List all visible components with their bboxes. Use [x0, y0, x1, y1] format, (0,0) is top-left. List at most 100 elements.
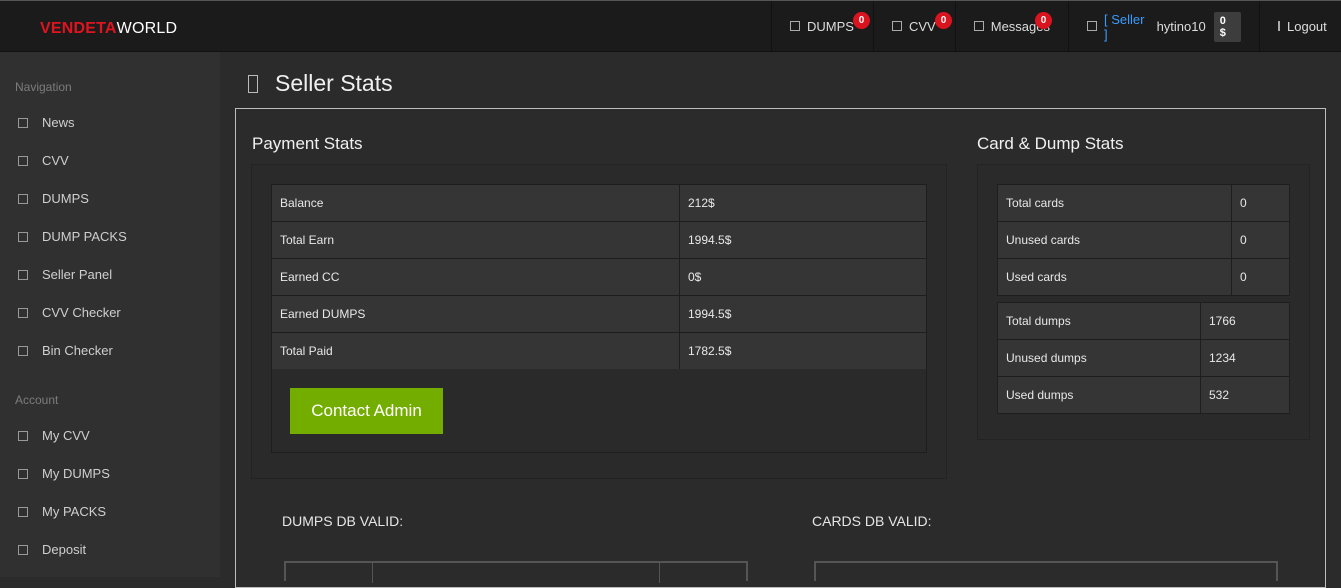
- sidebar-item-deposit[interactable]: Deposit: [18, 542, 86, 557]
- sidebar-item-label: Bin Checker: [42, 343, 113, 358]
- dump-packs-icon: [18, 231, 28, 242]
- table-row: Earned CC 0$: [271, 258, 927, 296]
- sidebar-item-label: DUMP PACKS: [42, 229, 127, 244]
- nav-cvv[interactable]: CVV 0: [873, 1, 955, 52]
- sidebar-item-label: CVV: [42, 153, 69, 168]
- sidebar-item-label: DUMPS: [42, 191, 89, 206]
- sidebar-heading-account: Account: [15, 393, 59, 407]
- logout-icon: [1278, 20, 1280, 31]
- table-row: Used dumps 532: [997, 376, 1290, 414]
- sidebar-item-my-dumps[interactable]: My DUMPS: [18, 466, 110, 481]
- top-nav-right: DUMPS 0 CVV 0 Messages 0 [ Seller ] hyti…: [771, 1, 1341, 52]
- row-label: Unused cards: [997, 221, 1232, 259]
- column-divider: [372, 563, 373, 583]
- seller-panel-icon: [18, 269, 28, 280]
- news-icon: [18, 117, 28, 128]
- dumps-count-badge: 0: [853, 12, 870, 29]
- payment-stats-title: Payment Stats: [252, 134, 363, 153]
- user-role: [ Seller ]: [1103, 11, 1145, 42]
- row-value: 1782.5$: [679, 332, 927, 370]
- row-label: Total Paid: [271, 332, 680, 370]
- cards-db-valid-table: [814, 561, 1278, 581]
- bin-checker-icon: [18, 345, 28, 356]
- sidebar-heading-navigation: Navigation: [15, 80, 72, 94]
- dumps-icon: [790, 20, 800, 31]
- table-row: Total Paid 1782.5$: [271, 332, 927, 370]
- user-balance-badge: 0 $: [1213, 11, 1241, 42]
- sidebar-item-news[interactable]: News: [18, 115, 75, 130]
- sidebar-item-dump-packs[interactable]: DUMP PACKS: [18, 229, 127, 244]
- my-cvv-icon: [18, 430, 28, 441]
- row-label: Balance: [271, 184, 680, 222]
- nav-user-account[interactable]: [ Seller ] hytino10 0 $: [1068, 1, 1259, 52]
- nav-dumps-label: DUMPS: [807, 19, 854, 34]
- sidebar-item-label: Deposit: [42, 542, 87, 557]
- row-value: 212$: [679, 184, 927, 222]
- nav-messages[interactable]: Messages 0: [955, 1, 1068, 52]
- user-icon: [1087, 20, 1097, 31]
- cvv-count-badge: 0: [935, 12, 952, 29]
- row-value: 1234: [1200, 339, 1290, 377]
- table-row: Total cards 0: [997, 184, 1290, 222]
- table-row: Earned DUMPS 1994.5$: [271, 295, 927, 333]
- my-packs-icon: [18, 506, 28, 517]
- sidebar-item-seller-panel[interactable]: Seller Panel: [18, 267, 112, 282]
- sidebar-item-my-packs[interactable]: My PACKS: [18, 504, 106, 519]
- page-title-text: Seller Stats: [275, 70, 393, 96]
- sidebar-item-label: Seller Panel: [42, 267, 113, 282]
- table-row: Total Earn 1994.5$: [271, 221, 927, 259]
- sidebar-item-label: News: [42, 115, 75, 130]
- row-label: Total dumps: [997, 302, 1201, 340]
- sidebar-item-my-cvv[interactable]: My CVV: [18, 428, 90, 443]
- row-value: 0$: [679, 258, 927, 296]
- row-label: Total cards: [997, 184, 1232, 222]
- cvv-icon: [18, 155, 28, 166]
- sidebar-item-label: CVV Checker: [42, 305, 121, 320]
- messages-icon: [974, 20, 984, 31]
- sidebar-item-cvv-checker[interactable]: CVV Checker: [18, 305, 121, 320]
- row-label: Used dumps: [997, 376, 1201, 414]
- brand-part-2: WORLD: [116, 20, 178, 37]
- card-stats-table: Total cards 0 Unused cards 0 Used cards 0: [997, 184, 1290, 296]
- table-row: Balance 212$: [271, 184, 927, 222]
- dumps-icon: [18, 193, 28, 204]
- table-row: Total dumps 1766: [997, 302, 1290, 340]
- page-title: Seller Stats: [248, 70, 393, 97]
- table-row: Unused dumps 1234: [997, 339, 1290, 377]
- dumps-db-valid-table: [284, 561, 748, 583]
- sidebar-item-bin-checker[interactable]: Bin Checker: [18, 343, 113, 358]
- row-value: 1766: [1200, 302, 1290, 340]
- dump-stats-table: Total dumps 1766 Unused dumps 1234 Used du…: [997, 302, 1290, 414]
- brand-logo[interactable]: VENDETAWORLD: [40, 20, 177, 38]
- cvv-checker-icon: [18, 307, 28, 318]
- payment-stats-table: Balance 212$ Total Earn 1994.5$ Earned CC 0…: [271, 184, 927, 370]
- top-navbar: VENDETAWORLD DUMPS 0 CVV 0 Messages 0 [ …: [0, 0, 1341, 52]
- contact-admin-button[interactable]: Contact Admin: [290, 388, 443, 434]
- sidebar-item-dumps[interactable]: DUMPS: [18, 191, 89, 206]
- column-divider: [659, 563, 660, 583]
- row-value: 0: [1231, 184, 1290, 222]
- dumps-db-valid-label: DUMPS DB VALID:: [282, 513, 404, 529]
- cards-db-valid-label: CARDS DB VALID:: [812, 513, 932, 529]
- row-value: 0: [1231, 221, 1290, 259]
- row-value: 1994.5$: [679, 221, 927, 259]
- row-label: Earned DUMPS: [271, 295, 680, 333]
- row-label: Used cards: [997, 258, 1232, 296]
- nav-logout-label: Logout: [1287, 19, 1327, 34]
- nav-cvv-label: CVV: [909, 19, 936, 34]
- table-row: Unused cards 0: [997, 221, 1290, 259]
- messages-count-badge: 0: [1035, 12, 1052, 29]
- row-label: Unused dumps: [997, 339, 1201, 377]
- sidebar-item-label: My PACKS: [42, 504, 107, 519]
- nav-dumps[interactable]: DUMPS 0: [771, 1, 873, 52]
- row-label: Earned CC: [271, 258, 680, 296]
- my-dumps-icon: [18, 468, 28, 479]
- nav-logout[interactable]: Logout: [1259, 1, 1341, 52]
- sidebar-item-label: My CVV: [42, 428, 90, 443]
- cvv-icon: [892, 20, 902, 31]
- sidebar: Navigation News CVV DUMPS DUMP PACKS Sel…: [0, 52, 220, 577]
- stats-icon: [248, 74, 258, 93]
- row-label: Total Earn: [271, 221, 680, 259]
- sidebar-item-cvv[interactable]: CVV: [18, 153, 69, 168]
- table-row: Used cards 0: [997, 258, 1290, 296]
